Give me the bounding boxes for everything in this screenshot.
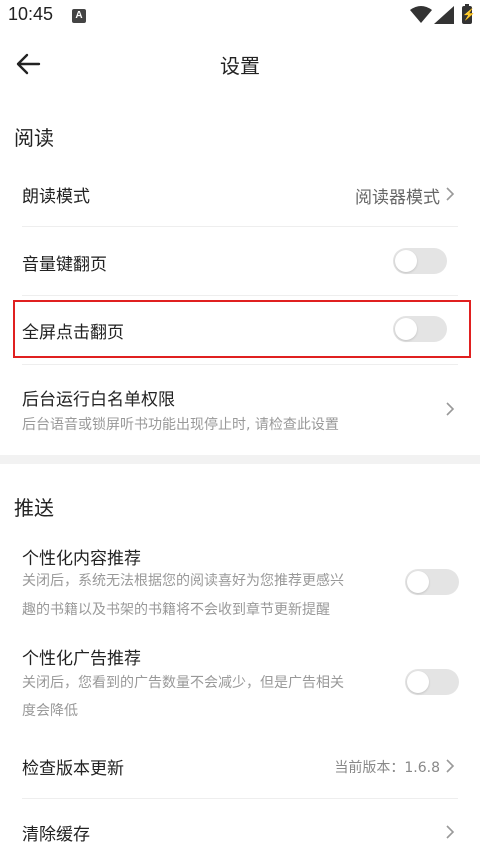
read-aloud-mode-label: 朗读模式 xyxy=(22,187,90,207)
chevron-right-icon xyxy=(446,759,455,773)
status-time: 10:45 xyxy=(8,4,54,24)
notification-a-icon: A xyxy=(72,9,86,23)
highlight-box xyxy=(13,300,471,358)
personalized-ads-toggle[interactable] xyxy=(405,669,459,695)
volume-key-turn-label: 音量键翻页 xyxy=(22,255,107,275)
read-aloud-mode-value: 阅读器模式 xyxy=(355,188,440,208)
personalized-ads-row: 个性化广告推荐 关闭后，您看到的广告数量不会减少，但是广告相关 度会降低 xyxy=(0,636,480,728)
wifi-icon xyxy=(410,6,432,23)
volume-key-turn-toggle[interactable] xyxy=(393,248,447,274)
page-title: 设置 xyxy=(220,54,260,78)
personalized-content-label: 个性化内容推荐 xyxy=(22,549,141,569)
personalized-ads-label: 个性化广告推荐 xyxy=(22,649,141,669)
toggle-knob xyxy=(407,571,429,593)
app-version-value: 当前版本：1.6.8 xyxy=(334,760,440,776)
read-aloud-mode-row[interactable]: 朗读模式 阅读器模式 xyxy=(0,160,480,226)
divider xyxy=(22,364,458,365)
status-bar: 10:45 A ⚡ xyxy=(0,0,480,32)
toggle-knob xyxy=(407,671,429,693)
background-whitelist-row[interactable]: 后台运行白名单权限 后台语音或锁屏听书功能出现停止时, 请检查此设置 xyxy=(0,368,480,450)
check-update-row[interactable]: 检查版本更新 当前版本：1.6.8 xyxy=(0,734,480,798)
personalized-content-toggle[interactable] xyxy=(405,569,459,595)
clear-cache-row[interactable]: 清除缓存 xyxy=(0,800,480,853)
divider xyxy=(22,295,458,296)
chevron-right-icon xyxy=(446,402,455,416)
toggle-knob xyxy=(395,250,417,272)
chevron-right-icon xyxy=(446,825,455,839)
clear-cache-label: 清除缓存 xyxy=(22,825,90,845)
personalized-content-description-line2: 趣的书籍以及书架的书籍将不会收到章节更新提醒 xyxy=(22,602,330,618)
background-whitelist-description: 后台语音或锁屏听书功能出现停止时, 请检查此设置 xyxy=(22,417,339,433)
check-update-label: 检查版本更新 xyxy=(22,759,124,779)
chevron-right-icon xyxy=(446,187,455,201)
app-bar: 设置 xyxy=(0,32,480,94)
signal-icon xyxy=(434,6,454,24)
volume-key-turn-row: 音量键翻页 xyxy=(0,227,480,295)
personalized-content-description-line1: 关闭后，系统无法根据您的阅读喜好为您推荐更感兴 xyxy=(22,573,344,589)
section-header-reading: 阅读 xyxy=(14,126,54,150)
personalized-content-row: 个性化内容推荐 关闭后，系统无法根据您的阅读喜好为您推荐更感兴 趣的书籍以及书架… xyxy=(0,536,480,628)
background-whitelist-label: 后台运行白名单权限 xyxy=(22,390,175,410)
section-gap xyxy=(0,455,480,464)
battery-icon: ⚡ xyxy=(462,4,476,24)
personalized-ads-description-line1: 关闭后，您看到的广告数量不会减少，但是广告相关 xyxy=(22,675,344,691)
section-header-push: 推送 xyxy=(14,496,54,520)
personalized-ads-description-line2: 度会降低 xyxy=(22,703,78,719)
battery-charging-glyph: ⚡ xyxy=(462,9,476,21)
divider xyxy=(22,798,458,799)
